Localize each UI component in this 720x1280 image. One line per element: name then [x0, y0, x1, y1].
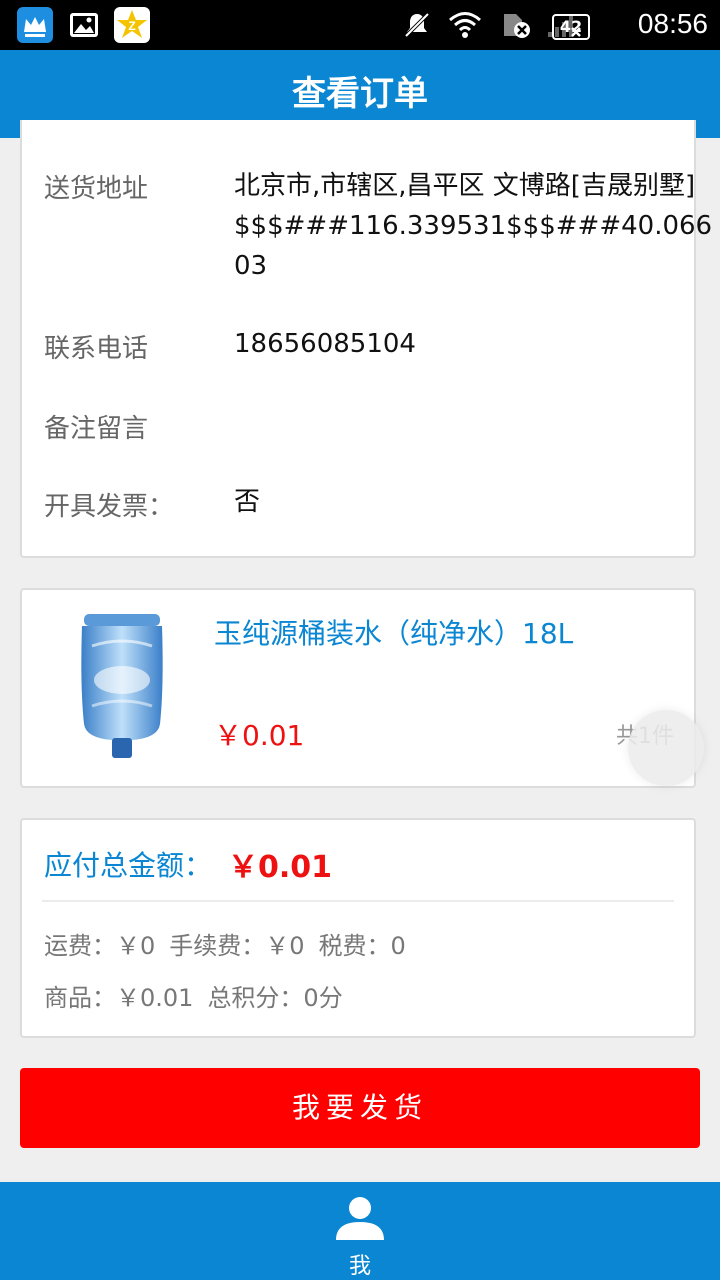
total-points: 总积分：0分 — [207, 984, 343, 1012]
total-label: 应付总金额： — [44, 849, 213, 882]
status-time: 08:56 — [637, 8, 708, 39]
nav-label-me: 我 — [348, 1254, 371, 1279]
fee-line-1: 运费：￥0 手续费：￥0 税费：0 — [44, 926, 420, 961]
battery-level: 42 — [559, 17, 583, 36]
note-label: 备注留言 — [44, 414, 149, 444]
user-icon — [336, 1197, 384, 1240]
gallery-app-icon — [66, 7, 102, 43]
nav-item-me[interactable]: 我 — [320, 1182, 400, 1280]
status-bar: Z 42 08:56 — [0, 0, 720, 50]
total-value: ￥0.01 — [228, 850, 333, 885]
address-value: 北京市,市辖区,昌平区 文博路[吉晟别墅]$$$###116.339531$$$… — [234, 171, 713, 281]
shipping-fee: 运费：￥0 — [44, 932, 156, 960]
address-label: 送货地址 — [44, 174, 149, 204]
crown-app-icon — [17, 7, 53, 43]
sim-blocked-icon — [500, 10, 534, 44]
product-price: ￥0.01 — [214, 719, 305, 752]
phone-value: 18656085104 — [234, 329, 416, 359]
invoice-value: 否 — [234, 487, 261, 517]
goods-amount: 商品：￥0.01 — [44, 984, 194, 1012]
floating-assist-button[interactable] — [628, 710, 704, 786]
product-name[interactable]: 玉纯源桶装水（纯净水）18L — [214, 612, 573, 652]
order-info-card: 送货地址 北京市,市辖区,昌平区 文博路[吉晟别墅]$$$###116.3395… — [20, 120, 712, 558]
divider — [42, 900, 674, 902]
totals-card: 应付总金额： ￥0.01 运费：￥0 手续费：￥0 税费：0 商品：￥0.01 总积分… — [20, 818, 696, 1038]
invoice-label: 开具发票： — [44, 492, 175, 522]
ship-button[interactable]: 我要发货 — [20, 1068, 700, 1148]
phone-label: 联系电话 — [44, 334, 149, 364]
handling-fee: 手续费：￥0 — [169, 932, 305, 960]
battery-icon: 42 — [552, 14, 590, 40]
tax-fee: 税费：0 — [318, 932, 406, 960]
wifi-icon — [448, 10, 482, 44]
z-app-icon: Z — [114, 7, 150, 43]
mute-icon — [402, 10, 432, 44]
fee-line-2: 商品：￥0.01 总积分：0分 — [44, 978, 357, 1013]
water-bottle-image — [72, 606, 172, 766]
product-card[interactable]: 玉纯源桶装水（纯净水）18L ￥0.01 共1件 — [20, 588, 696, 788]
svg-text:Z: Z — [128, 19, 135, 33]
bottom-nav: 我 — [0, 1182, 720, 1280]
